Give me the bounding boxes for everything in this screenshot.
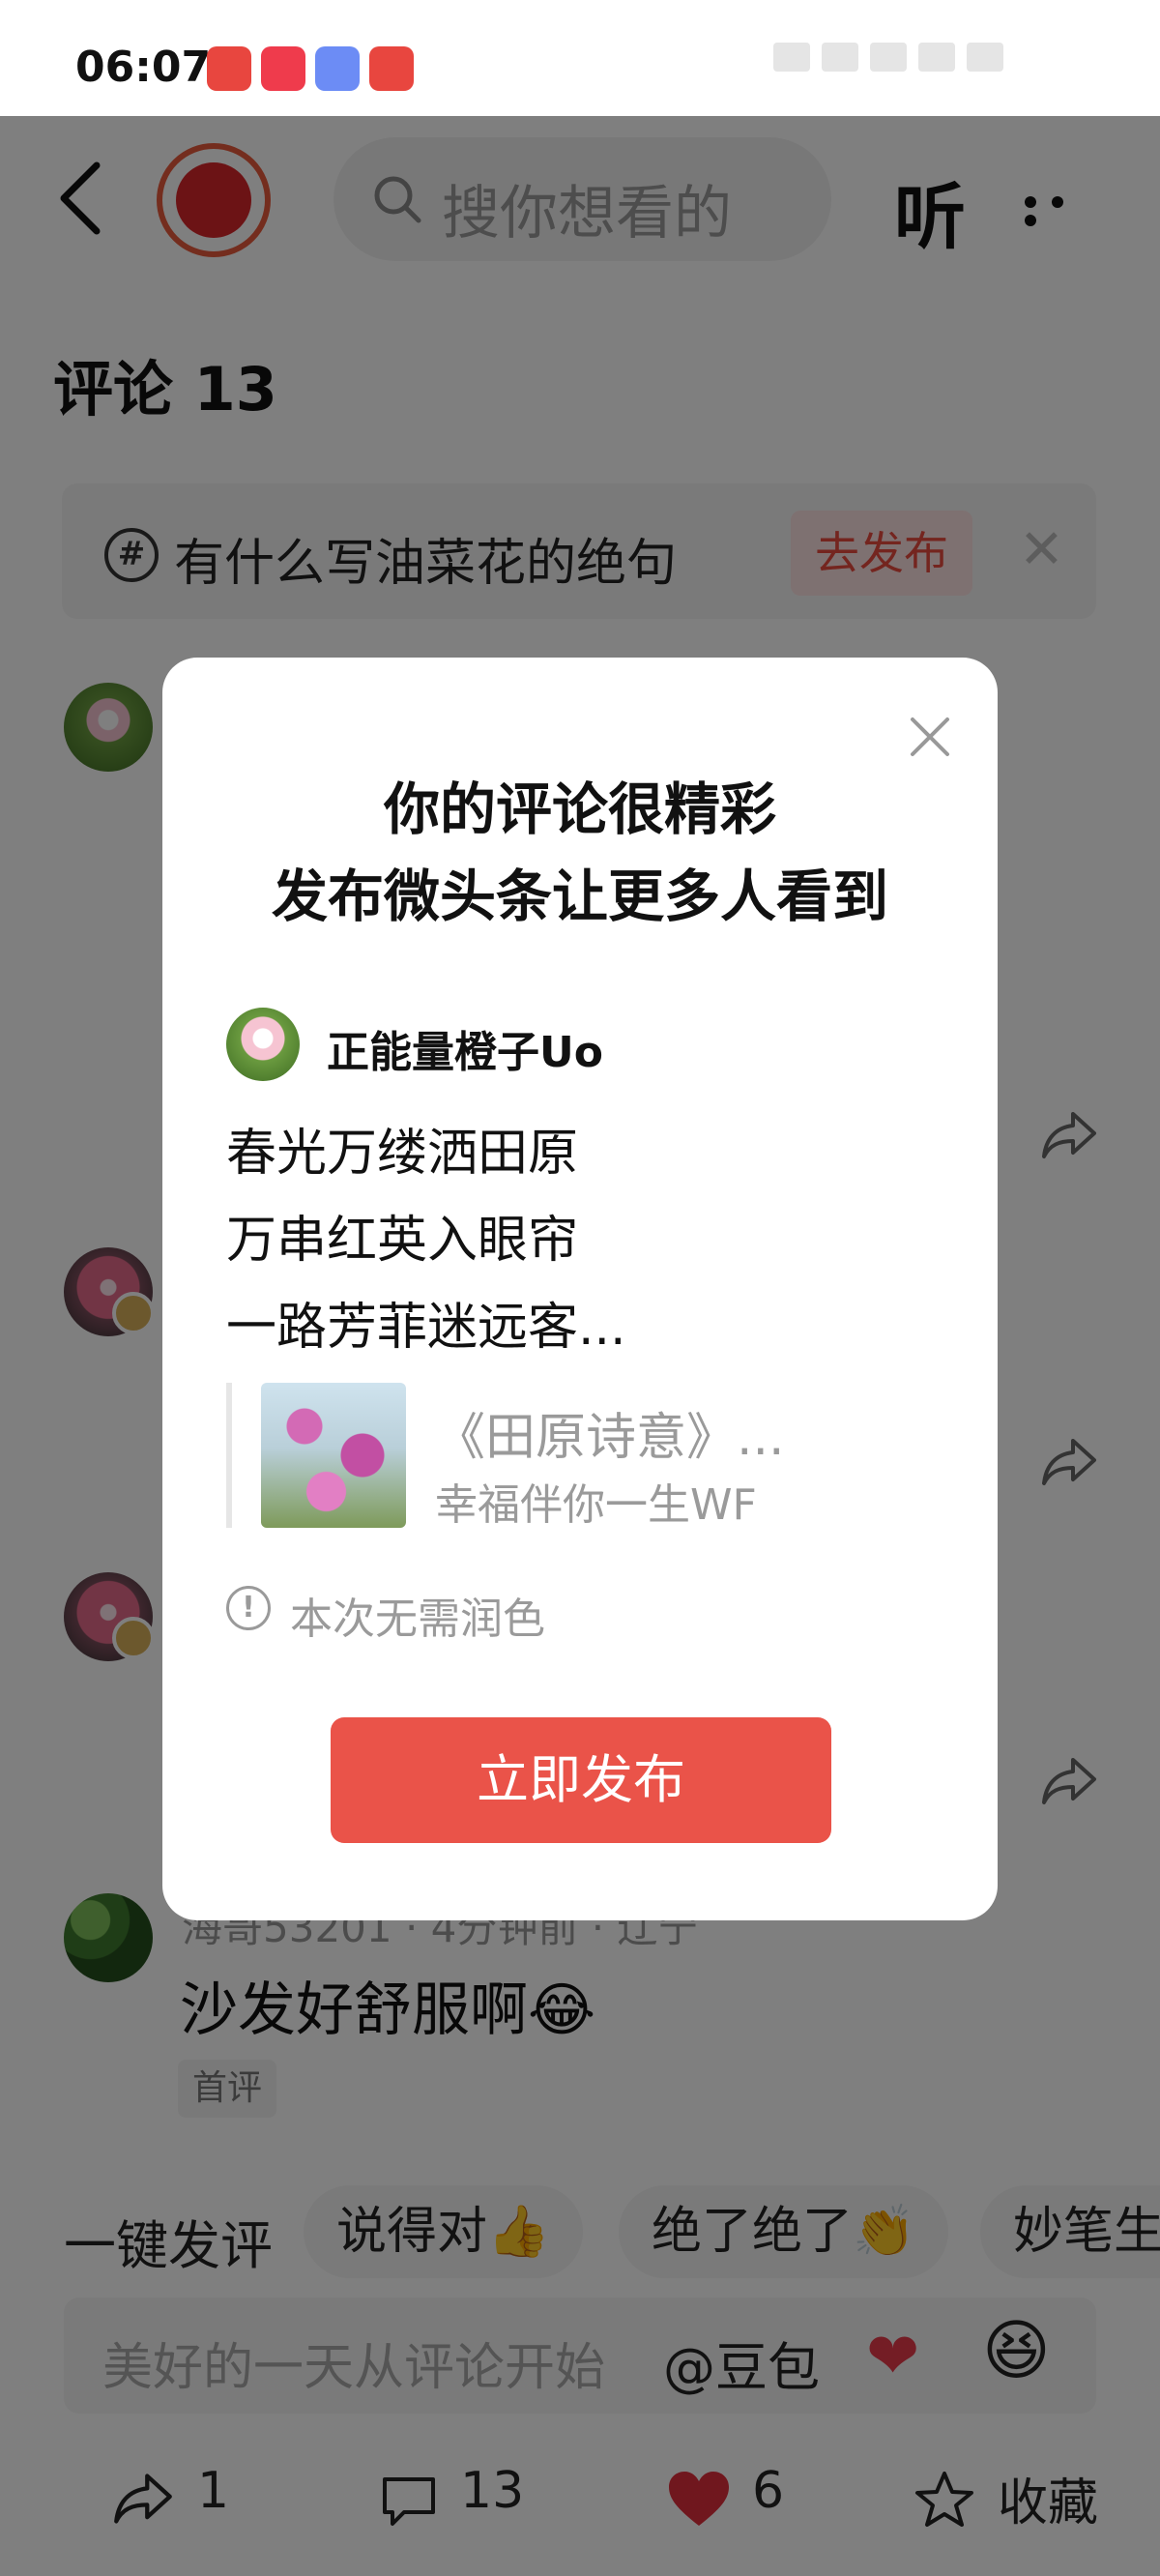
comment-line: 春光万缕洒田原 xyxy=(226,1125,579,1183)
comment-line: 一路芳菲迷远客... xyxy=(226,1299,626,1357)
article-title: 《田原诗意》... xyxy=(435,1409,785,1467)
article-thumbnail xyxy=(261,1383,406,1528)
author-name: 正能量橙子Uo xyxy=(327,1028,603,1077)
polish-note: 本次无需润色 xyxy=(290,1595,545,1644)
publish-now-button[interactable]: 立即发布 xyxy=(331,1717,831,1843)
comment-line: 万串红英入眼帘 xyxy=(226,1212,579,1270)
publish-dialog: 你的评论很精彩 发布微头条让更多人看到 正能量橙子Uo 春光万缕洒田原 万串红英… xyxy=(162,658,998,1920)
quoted-article[interactable]: 《田原诗意》... 幸福伴你一生WF xyxy=(226,1383,922,1530)
avatar xyxy=(226,1008,300,1081)
status-dim-overlay xyxy=(0,0,1160,116)
article-author: 幸福伴你一生WF xyxy=(435,1480,757,1530)
dialog-title: 你的评论很精彩 xyxy=(383,776,776,842)
close-icon[interactable] xyxy=(901,708,959,766)
info-icon: ! xyxy=(226,1586,271,1630)
dialog-subtitle: 发布微头条让更多人看到 xyxy=(271,864,888,929)
